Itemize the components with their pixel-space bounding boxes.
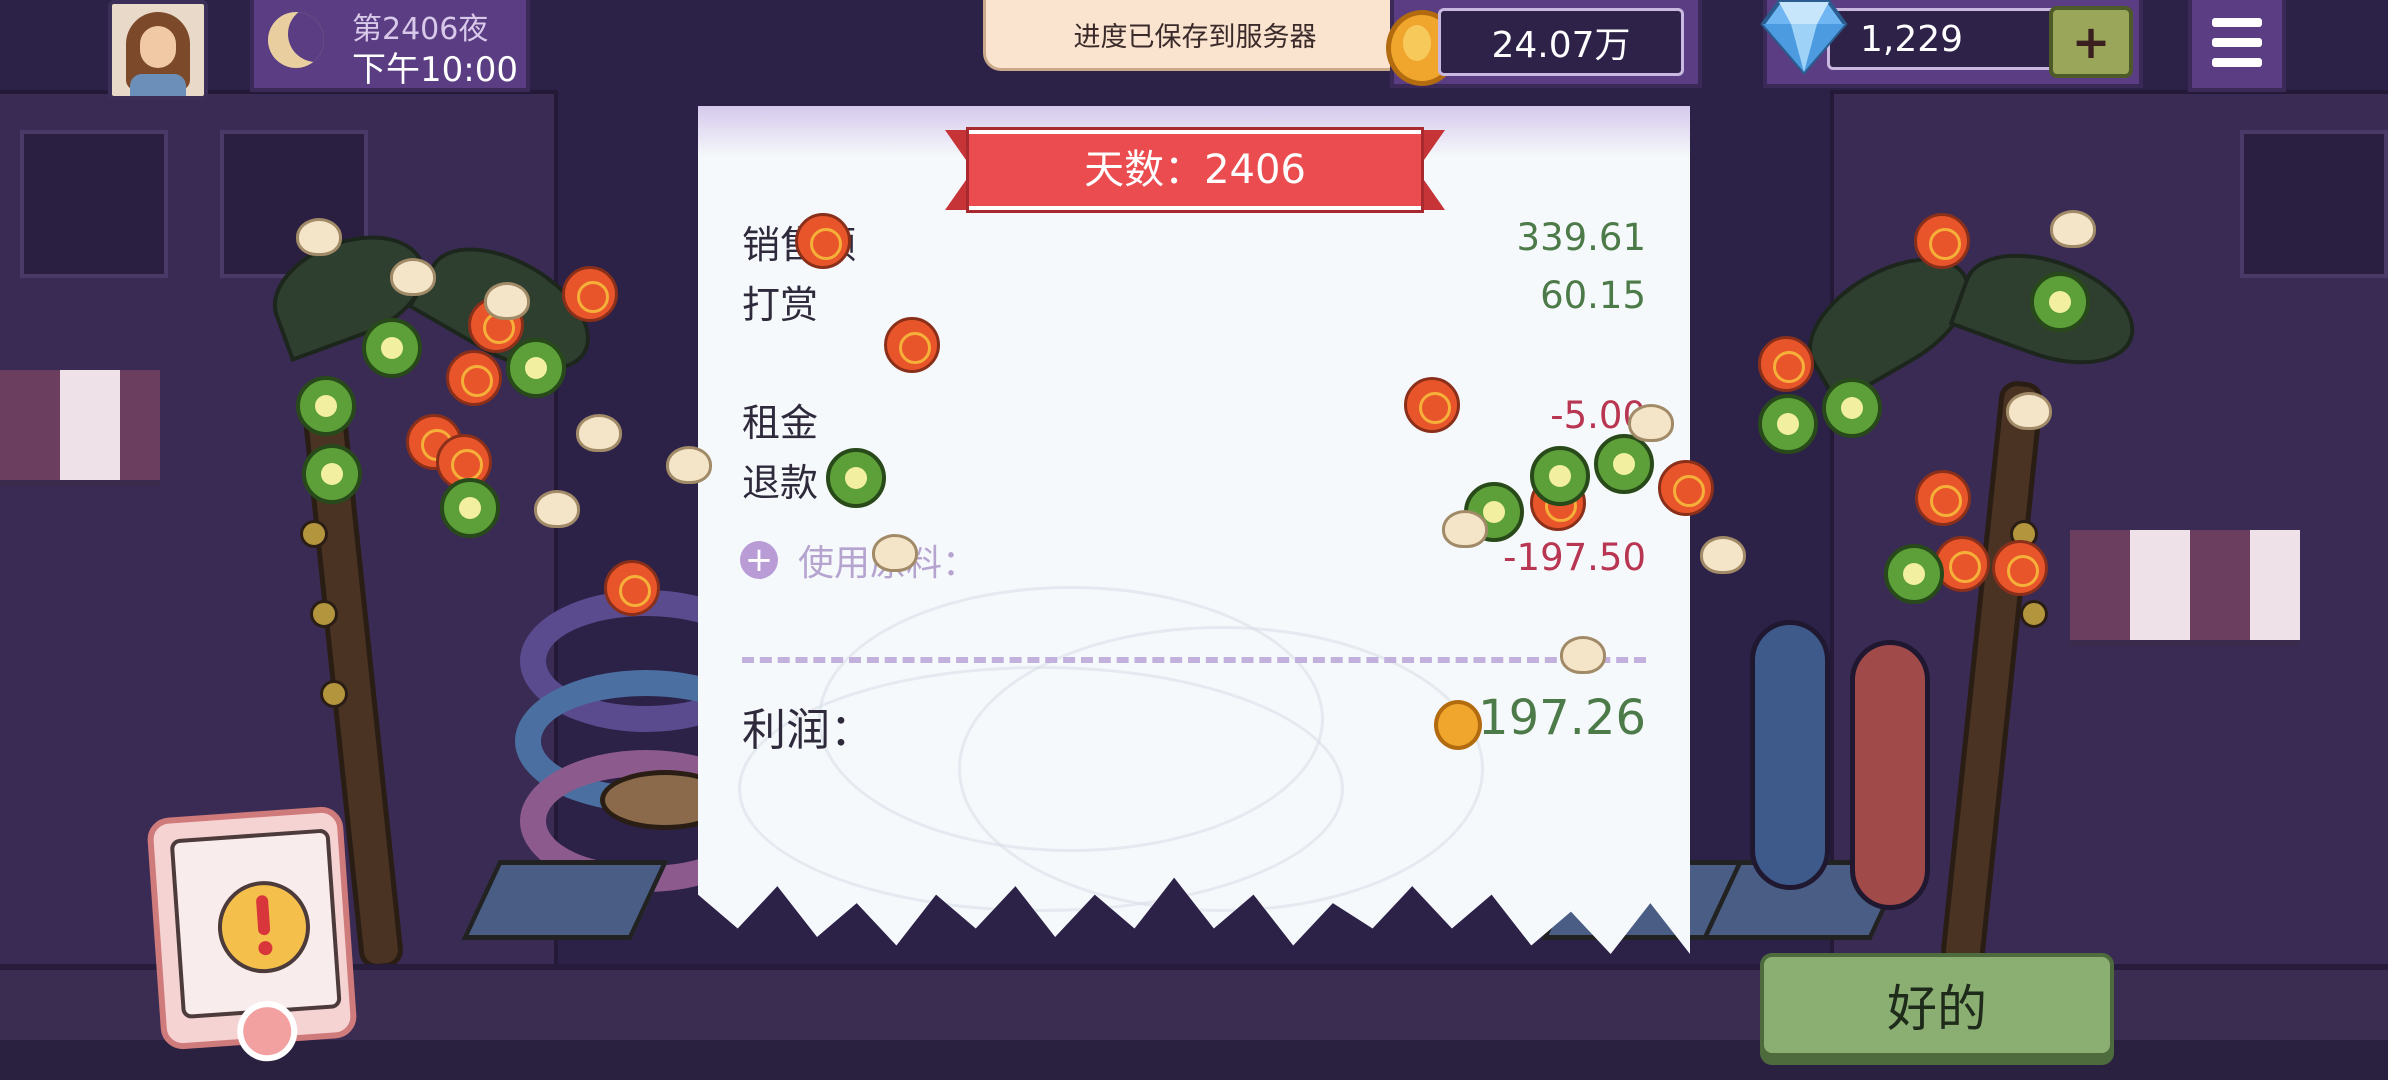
alert-icon bbox=[214, 878, 314, 977]
window bbox=[2240, 130, 2388, 278]
day-time-panel[interactable]: 第2406夜 下午10:00 bbox=[250, 0, 530, 92]
tomato-slice-particle bbox=[1915, 470, 1971, 526]
pepper-slice-particle bbox=[826, 448, 886, 508]
tips-value: 60.15 bbox=[1540, 274, 1646, 317]
garlic-clove-particle bbox=[296, 218, 342, 256]
coin-icon bbox=[1434, 700, 1482, 750]
menu-icon bbox=[2212, 38, 2262, 47]
pepper-slice-particle bbox=[1822, 378, 1882, 438]
menu-button[interactable] bbox=[2188, 0, 2286, 92]
garlic-clove-particle bbox=[872, 534, 918, 572]
clock-time: 下午10:00 bbox=[352, 50, 518, 90]
tomato-slice-particle bbox=[446, 350, 502, 406]
pepper-slice-particle bbox=[296, 376, 356, 436]
tips-label: 打赏 bbox=[742, 283, 819, 327]
tomato-slice-particle bbox=[1404, 377, 1460, 433]
ribbon-tail bbox=[1417, 130, 1445, 210]
sales-value: 339.61 bbox=[1516, 216, 1646, 259]
gem-value: 1,229 bbox=[1827, 8, 2067, 70]
tomato-slice-particle bbox=[1992, 540, 2048, 596]
pepper-slice-particle bbox=[302, 444, 362, 504]
pepper-slice-particle bbox=[2030, 272, 2090, 332]
pepper-slice-particle bbox=[1594, 434, 1654, 494]
receipt-title: 天数：2406 bbox=[1084, 147, 1306, 193]
surfboard bbox=[1850, 640, 1930, 910]
string-light bbox=[310, 600, 338, 628]
pepper-slice-particle bbox=[1884, 544, 1944, 604]
alert-card-face bbox=[169, 828, 342, 1020]
profit-label: 利润： bbox=[742, 705, 874, 756]
rent-label: 租金 bbox=[742, 401, 819, 445]
pepper-slice-particle bbox=[440, 478, 500, 538]
garlic-clove-particle bbox=[2006, 392, 2052, 430]
menu-icon bbox=[2212, 18, 2262, 27]
garlic-clove-particle bbox=[484, 282, 530, 320]
ok-button[interactable]: 好的 bbox=[1760, 953, 2114, 1057]
string-light bbox=[300, 520, 328, 548]
alert-card-button[interactable] bbox=[146, 805, 358, 1064]
add-gems-button[interactable]: + bbox=[2049, 6, 2133, 78]
window bbox=[20, 130, 168, 278]
garlic-clove-particle bbox=[576, 414, 622, 452]
garlic-clove-particle bbox=[1442, 510, 1488, 548]
tomato-slice-particle bbox=[1914, 213, 1970, 269]
awning-right bbox=[2070, 530, 2300, 646]
pepper-slice-particle bbox=[1758, 394, 1818, 454]
tomato-slice-particle bbox=[562, 266, 618, 322]
receipt-divider bbox=[742, 657, 1646, 663]
garlic-clove-particle bbox=[2050, 210, 2096, 248]
plus-circle-icon: + bbox=[740, 541, 778, 579]
gem-balance[interactable]: 1,229 + bbox=[1760, 0, 2143, 88]
garlic-clove-particle bbox=[534, 490, 580, 528]
tomato-slice-particle bbox=[1658, 460, 1714, 516]
garlic-clove-particle bbox=[1700, 536, 1746, 574]
string-light bbox=[320, 680, 348, 708]
moon-icon bbox=[268, 12, 324, 68]
tomato-slice-particle bbox=[884, 317, 940, 373]
garlic-clove-particle bbox=[666, 446, 712, 484]
refund-label: 退款 bbox=[742, 461, 819, 505]
avatar-face bbox=[140, 26, 176, 68]
player-avatar[interactable] bbox=[108, 0, 208, 100]
pepper-slice-particle bbox=[506, 338, 566, 398]
profit-value: 197.26 bbox=[1478, 690, 1646, 746]
garlic-clove-particle bbox=[1628, 404, 1674, 442]
coin-value: 24.07万 bbox=[1438, 8, 1684, 76]
string-light bbox=[2020, 600, 2048, 628]
tomato-slice-particle bbox=[604, 560, 660, 616]
garlic-clove-particle bbox=[390, 258, 436, 296]
awning-left bbox=[0, 370, 160, 486]
day-ribbon: 天数：2406 bbox=[945, 126, 1445, 210]
menu-icon bbox=[2212, 58, 2262, 67]
pepper-slice-particle bbox=[362, 318, 422, 378]
coin-balance[interactable]: 24.07万 bbox=[1386, 0, 1702, 88]
surfboard bbox=[1750, 620, 1830, 890]
garlic-clove-particle bbox=[1560, 636, 1606, 674]
lounge-chair bbox=[461, 860, 669, 940]
avatar-shirt bbox=[130, 74, 186, 96]
tomato-slice-particle bbox=[795, 213, 851, 269]
tomato-slice-particle bbox=[1758, 336, 1814, 392]
ingredients-expand[interactable]: + 使用原料： bbox=[740, 534, 978, 586]
pepper-slice-particle bbox=[1530, 446, 1590, 506]
gem-icon bbox=[1760, 0, 1848, 76]
save-toast: 进度已保存到服务器 bbox=[983, 0, 1407, 71]
ingredients-value: -197.50 bbox=[1503, 536, 1646, 579]
